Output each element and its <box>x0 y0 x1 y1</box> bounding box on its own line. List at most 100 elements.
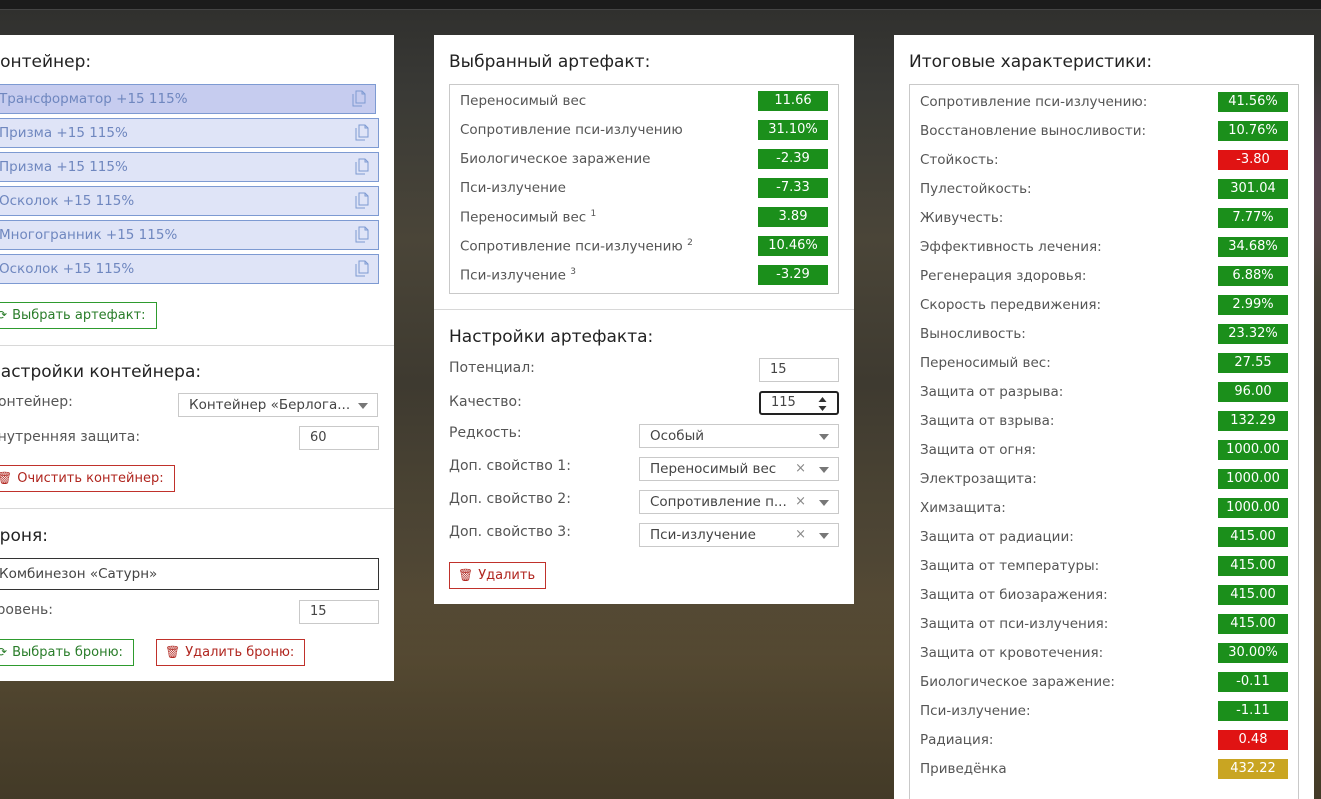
total-stat-row: Защита от радиации: 415.00 <box>910 523 1298 552</box>
stat-name: Защита от кровотечения: <box>920 645 1104 661</box>
trash-icon: 🗑 <box>458 568 474 582</box>
container-slot[interactable]: Многогранник +15 115% <box>0 220 379 250</box>
stat-name: Пси-излучение <box>460 180 566 196</box>
stat-value-badge: 1000.00 <box>1218 498 1288 518</box>
artifact-stat-row: Переносимый вес 1 3.89 <box>450 203 838 232</box>
stat-name: Защита от температуры: <box>920 558 1100 574</box>
container-slot[interactable]: Трансформатор +15 115% <box>0 84 376 114</box>
container-select[interactable]: Контейнер «Берлога... <box>178 393 378 417</box>
inner-protection-input[interactable]: 60 <box>299 426 379 450</box>
container-settings-title: Настройки контейнера: <box>0 362 202 382</box>
refresh-icon: ⟳ <box>0 308 8 322</box>
prop1-select[interactable]: Переносимый вес × <box>639 457 839 481</box>
potential-label: Потенциал: <box>449 360 535 376</box>
delete-armor-button[interactable]: 🗑 Удалить броню: <box>156 639 306 666</box>
stat-name: Скорость передвижения: <box>920 297 1102 313</box>
stat-value-badge: -3.29 <box>758 265 828 285</box>
inner-protection-label: Внутренняя защита: <box>0 429 141 445</box>
total-stat-row: Стойкость: -3.80 <box>910 146 1298 175</box>
stat-name: Приведёнка <box>920 761 1007 777</box>
stat-value-badge: -0.11 <box>1218 672 1288 692</box>
stat-value-badge: 10.76% <box>1218 121 1288 141</box>
stat-value-badge: 3.89 <box>758 207 828 227</box>
stat-name: Радиация: <box>920 732 994 748</box>
stat-name: Защита от пси-излучения: <box>920 616 1109 632</box>
total-stat-row: Химзащита: 1000.00 <box>910 494 1298 523</box>
total-stat-row: Защита от разрыва: 96.00 <box>910 378 1298 407</box>
stat-value-badge: 415.00 <box>1218 527 1288 547</box>
copy-icon[interactable] <box>355 158 369 175</box>
delete-artifact-button[interactable]: 🗑 Удалить <box>449 562 547 589</box>
stat-value-badge: 2.99% <box>1218 295 1288 315</box>
clear-icon[interactable]: × <box>795 524 806 546</box>
prop2-select[interactable]: Сопротивление п... × <box>639 490 839 514</box>
copy-icon[interactable] <box>355 192 369 209</box>
stat-name: Сопротивление пси-излучению: <box>920 94 1148 110</box>
stat-name: Переносимый вес: <box>920 355 1051 371</box>
chevron-down-icon <box>819 434 829 440</box>
container-slot[interactable]: Призма +15 115% <box>0 118 379 148</box>
stat-name: Живучесть: <box>920 210 1004 226</box>
stat-value-badge: 415.00 <box>1218 585 1288 605</box>
stat-name: Пси-излучение: <box>920 703 1031 719</box>
stat-name: Сопротивление пси-излучению 2 <box>460 238 693 255</box>
stat-name: Защита от биозаражения: <box>920 587 1108 603</box>
stat-name: Выносливость: <box>920 326 1026 342</box>
quality-input[interactable]: 115 <box>759 391 839 415</box>
clear-icon[interactable]: × <box>795 458 806 480</box>
total-stat-row: Восстановление выносливости: 10.76% <box>910 117 1298 146</box>
container-panel: Контейнер: Трансформатор +15 115% Призма … <box>0 35 394 681</box>
container-title: Контейнер: <box>0 52 92 72</box>
total-stat-row: Защита от пси-излучения: 415.00 <box>910 610 1298 639</box>
total-stat-row: Регенерация здоровья: 6.88% <box>910 262 1298 291</box>
choose-artifact-button[interactable]: ⟳ Выбрать артефакт: <box>0 302 157 329</box>
artifact-title: Выбранный артефакт: <box>449 52 651 72</box>
level-input[interactable]: 15 <box>299 600 379 624</box>
clear-icon[interactable]: × <box>795 491 806 513</box>
copy-icon[interactable] <box>352 90 366 107</box>
browser-top-bar <box>0 0 1321 10</box>
stat-name: Биологическое заражение <box>460 151 651 167</box>
artifact-settings-title: Настройки артефакта: <box>449 327 654 347</box>
stat-value-badge: 34.68% <box>1218 237 1288 257</box>
stat-value-badge: 27.55 <box>1218 353 1288 373</box>
container-slot[interactable]: Призма +15 115% <box>0 152 379 182</box>
stat-value-badge: 30.00% <box>1218 643 1288 663</box>
stat-value-badge: 6.88% <box>1218 266 1288 286</box>
rarity-label: Редкость: <box>449 425 522 441</box>
stat-footnote: 2 <box>687 238 693 248</box>
divider <box>0 345 394 346</box>
stat-value-badge: 301.04 <box>1218 179 1288 199</box>
chevron-down-icon <box>819 500 829 506</box>
copy-icon[interactable] <box>355 226 369 243</box>
level-label: Уровень: <box>0 602 53 618</box>
spinner-arrows-icon[interactable] <box>818 396 827 412</box>
armor-field[interactable]: Комбинезон «Сатурн» <box>0 558 379 590</box>
chevron-down-icon <box>819 533 829 539</box>
potential-input[interactable]: 15 <box>759 358 839 382</box>
container-slot[interactable]: Осколок +15 115% <box>0 254 379 284</box>
rarity-select[interactable]: Особый <box>639 424 839 448</box>
stat-value-badge: 11.66 <box>758 91 828 111</box>
stat-name: Эффективность лечения: <box>920 239 1102 255</box>
artifact-stat-row: Сопротивление пси-излучению 2 10.46% <box>450 232 838 261</box>
artifact-stat-row: Пси-излучение -7.33 <box>450 174 838 203</box>
copy-icon[interactable] <box>355 124 369 141</box>
container-slot[interactable]: Осколок +15 115% <box>0 186 379 216</box>
total-stat-row: Выносливость: 23.32% <box>910 320 1298 349</box>
copy-icon[interactable] <box>355 260 369 277</box>
chevron-down-icon <box>819 467 829 473</box>
clear-container-button[interactable]: 🗑 Очистить контейнер: <box>0 465 175 492</box>
total-stat-row: Электрозащита: 1000.00 <box>910 465 1298 494</box>
stat-value-badge: 0.48 <box>1218 730 1288 750</box>
stat-name: Защита от разрыва: <box>920 384 1064 400</box>
prop3-select[interactable]: Пси-излучение × <box>639 523 839 547</box>
stat-name: Переносимый вес <box>460 93 587 109</box>
total-stat-row: Пулестойкость: 301.04 <box>910 175 1298 204</box>
total-stat-row: Эффективность лечения: 34.68% <box>910 233 1298 262</box>
stat-footnote: 1 <box>590 209 597 219</box>
stat-name: Электрозащита: <box>920 471 1037 487</box>
choose-armor-button[interactable]: ⟳ Выбрать броню: <box>0 639 134 666</box>
totals-panel: Итоговые характеристики: Сопротивление п… <box>894 35 1314 799</box>
total-stat-row: Сопротивление пси-излучению: 41.56% <box>910 88 1298 117</box>
